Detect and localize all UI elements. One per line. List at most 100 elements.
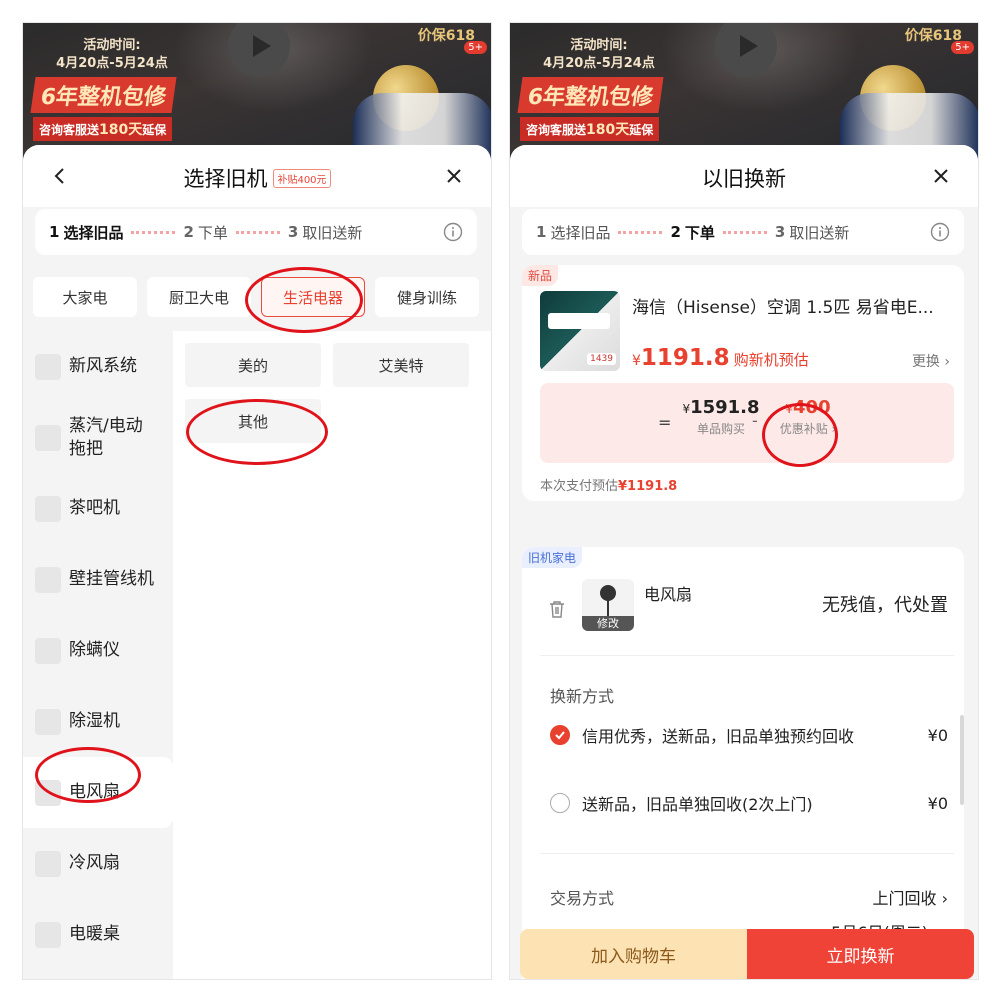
close-icon xyxy=(934,169,948,183)
tab-big-appliances[interactable]: 大家电 xyxy=(33,277,137,317)
trash-icon[interactable] xyxy=(548,599,566,619)
subsidy-symbol: ¥ xyxy=(785,402,794,416)
pay-estimate-value: ¥1191.8 xyxy=(618,479,678,494)
step-1-label: 选择旧品 xyxy=(63,223,124,242)
tab-living-appliances[interactable]: 生活电器 xyxy=(261,277,365,317)
price-note: 购新机预估 xyxy=(733,351,809,369)
minus-sign: - xyxy=(752,411,758,430)
air-cooler-thumb xyxy=(35,850,61,877)
subcategory-list: 新风系统 蒸汽/电动拖把 茶吧机 壁挂管线机 除螨仪 除湿机 电风扇 冷风扇 电… xyxy=(23,331,173,979)
option-price: ¥0 xyxy=(927,725,948,745)
option-price: ¥0 xyxy=(927,793,948,813)
page-title: 选择旧机 补贴400元 xyxy=(23,163,491,193)
step-dots xyxy=(235,230,280,234)
sidebar-item-air-cooler[interactable]: 冷风扇 xyxy=(23,828,173,899)
option-label: 信用优秀，送新品，旧品单独预约回收 xyxy=(582,727,855,746)
info-icon[interactable] xyxy=(930,222,950,242)
divider xyxy=(540,655,954,656)
sidebar-item-label: 冷风扇 xyxy=(69,853,120,873)
brand-pane: 美的 艾美特 其他 xyxy=(173,331,491,979)
select-old-sheet: 选择旧机 补贴400元 1 选择旧品 2 下单 3 取旧送新 大家电 厨卫大电 生活电器… xyxy=(23,145,491,979)
banner-time: 活动时间: 4月20点-5月24点 xyxy=(524,37,674,73)
banner-time-range: 4月20点-5月24点 xyxy=(543,56,655,71)
page-title-text: 选择旧机 xyxy=(183,167,268,191)
fan-image[interactable]: 修改 xyxy=(582,579,634,631)
equals-sign: = xyxy=(658,413,672,432)
swap-button[interactable]: 更换 › xyxy=(912,351,950,371)
step-2: 2 下单 xyxy=(670,222,714,243)
tab-kitchen-bath[interactable]: 厨卫大电 xyxy=(147,277,251,317)
old-appliance-card: 旧机家电 修改 电风扇 无残值，代处置 换新方式 信用优秀，送新品，旧品单独预约… xyxy=(522,547,964,979)
sidebar-item-fresh-air[interactable]: 新风系统 xyxy=(23,331,173,402)
trade-method-row[interactable]: 交易方式 上门回收 › xyxy=(550,885,948,909)
info-icon[interactable] xyxy=(443,222,463,242)
tab-fitness[interactable]: 健身训练 xyxy=(375,277,479,317)
banner-warranty: 6年整机包修 xyxy=(30,77,177,113)
sidebar-item-dehumidifier[interactable]: 除湿机 xyxy=(23,686,173,757)
ac-unit-shape xyxy=(548,313,610,329)
banner-warranty: 6年整机包修 xyxy=(517,77,664,113)
new-product-tag: 新品 xyxy=(522,265,559,286)
sidebar-item-label: 新风系统 xyxy=(69,356,137,376)
product-image[interactable]: 1439 xyxy=(540,291,620,371)
unit-price-symbol: ¥ xyxy=(682,402,691,416)
step-1-num: 1 xyxy=(49,223,60,241)
add-to-cart-button[interactable]: 加入购物车 xyxy=(520,929,747,979)
consult-text: 咨询客服送 xyxy=(39,123,100,137)
price-breakdown: = ¥1591.8 单品购买 - ¥400 优惠补贴 › xyxy=(540,383,954,463)
sidebar-item-mite-remover[interactable]: 除螨仪 xyxy=(23,615,173,686)
step-dots xyxy=(131,230,176,234)
banner-time-range: 4月20点-5月24点 xyxy=(56,56,168,71)
left-screen: 活动时间: 4月20点-5月24点 6年整机包修 咨询客服送180天延保 价保6… xyxy=(22,22,492,980)
product-price: ¥1191.8 购新机预估 xyxy=(632,345,809,371)
new-product-card: 新品 1439 海信（Hisense）空调 1.5匹 易省电E... ¥1191… xyxy=(522,265,964,501)
product-title[interactable]: 海信（Hisense）空调 1.5匹 易省电E... xyxy=(632,293,954,318)
radio-icon[interactable] xyxy=(550,793,570,813)
sheet-header: 以旧换新 xyxy=(510,145,978,207)
close-icon xyxy=(447,169,461,183)
dehumidifier-thumb xyxy=(35,708,61,735)
brand-airmate[interactable]: 艾美特 xyxy=(333,343,469,387)
exchange-option-two-visits[interactable]: 送新品，旧品单独回收(2次上门) ¥0 xyxy=(550,789,948,817)
exchange-option-credit[interactable]: 信用优秀，送新品，旧品单独预约回收 ¥0 xyxy=(550,721,948,749)
brand-other[interactable]: 其他 xyxy=(185,399,321,443)
price-value: 1191.8 xyxy=(640,345,730,371)
action-bar: 加入购物车 立即换新 xyxy=(520,929,974,979)
trade-label: 交易方式 xyxy=(550,889,615,908)
consult-days: 180天 xyxy=(586,122,630,138)
sidebar-item-heated-table[interactable]: 电暖桌 xyxy=(23,899,173,970)
sidebar-item-label: 茶吧机 xyxy=(69,498,120,518)
trade-in-now-button[interactable]: 立即换新 xyxy=(747,929,974,979)
subsidy-value: 400 xyxy=(793,397,831,418)
close-button[interactable] xyxy=(930,165,952,187)
product-image-price: 1439 xyxy=(587,353,616,365)
price-badge-count: 5+ xyxy=(951,41,974,54)
sidebar-item-wall-dispenser[interactable]: 壁挂管线机 xyxy=(23,544,173,615)
fan-thumb xyxy=(35,779,61,806)
step-1-label: 选择旧品 xyxy=(550,223,611,242)
subsidy-amount: ¥400 xyxy=(768,397,848,418)
sidebar-item-label: 除湿机 xyxy=(69,711,120,731)
sheet-header: 选择旧机 补贴400元 xyxy=(23,145,491,207)
option-label: 送新品，旧品单独回收(2次上门) xyxy=(582,795,813,814)
pay-estimate: 本次支付预估¥1191.8 xyxy=(540,475,677,494)
banner-consult: 咨询客服送180天延保 xyxy=(520,117,660,141)
step-3-label: 取旧送新 xyxy=(789,223,850,242)
brand-midea[interactable]: 美的 xyxy=(185,343,321,387)
step-2-label: 下单 xyxy=(684,223,715,242)
subsidy-block[interactable]: ¥400 优惠补贴 › xyxy=(768,397,848,437)
fresh-air-thumb xyxy=(35,353,61,380)
sidebar-item-label: 壁挂管线机 xyxy=(69,569,154,589)
trade-in-sheet: 以旧换新 1 选择旧品 2 下单 3 取旧送新 新品 1439 海信（Hisense）… xyxy=(510,145,978,979)
order-scroll[interactable]: 新品 1439 海信（Hisense）空调 1.5匹 易省电E... ¥1191… xyxy=(510,255,978,979)
sidebar-item-mop[interactable]: 蒸汽/电动拖把 xyxy=(23,402,173,473)
old-item-name: 电风扇 xyxy=(644,585,693,604)
sidebar-item-electric-fan[interactable]: 电风扇 xyxy=(23,757,173,828)
step-indicator: 1 选择旧品 2 下单 3 取旧送新 xyxy=(35,209,477,255)
modify-label[interactable]: 修改 xyxy=(582,616,634,631)
heated-table-thumb xyxy=(35,921,61,948)
close-button[interactable] xyxy=(443,165,465,187)
sidebar-item-tea-bar[interactable]: 茶吧机 xyxy=(23,473,173,544)
scrollbar[interactable] xyxy=(960,715,964,805)
checked-radio-icon[interactable] xyxy=(550,725,570,745)
